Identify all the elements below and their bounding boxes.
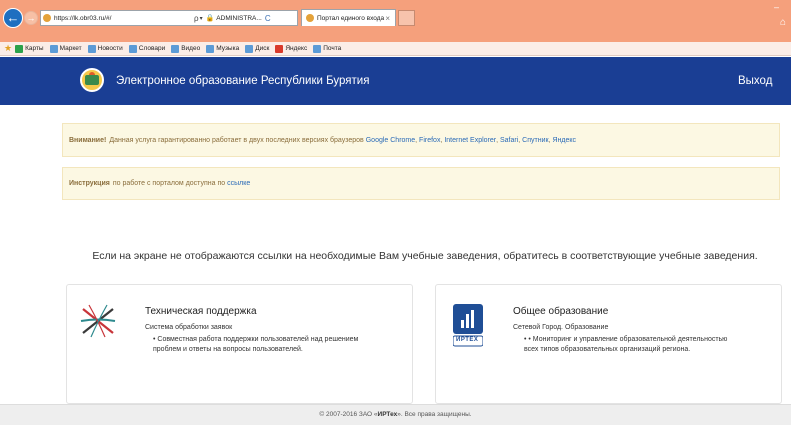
alert-strong: Инструкция: [69, 180, 110, 187]
url-text[interactable]: https://lk.obr03.ru/#/: [54, 15, 154, 22]
footer: © 2007-2016 ЗАО «ИРТех». Все права защищ…: [0, 404, 791, 425]
minimize-button[interactable]: –: [774, 2, 779, 12]
card-tech-support[interactable]: Техническая поддержка Система обработки …: [66, 284, 413, 404]
site-title[interactable]: Электронное образование Республики Бурят…: [116, 75, 369, 87]
fav-item[interactable]: Карты: [15, 44, 44, 53]
page-icon: [87, 44, 96, 53]
browser-warning-alert: Внимание! Данная услуга гарантированно р…: [62, 123, 780, 157]
logout-link[interactable]: Выход: [738, 75, 772, 87]
card-subtitle: Сетевой Город. Образование: [513, 324, 609, 331]
card-description: • • Мониторинг и управление образователь…: [524, 336, 728, 353]
page-icon: [49, 44, 58, 53]
dropdown-arrow-icon[interactable]: ▾: [200, 15, 203, 22]
mail-icon: [313, 44, 322, 53]
search-icon[interactable]: ρ: [194, 14, 199, 23]
star-icon[interactable]: ★: [4, 43, 12, 54]
support-logo-icon: [79, 301, 117, 341]
card-general-education[interactable]: ИРТЕХ Общее образование Сетевой Город. О…: [435, 284, 782, 404]
instruction-link[interactable]: ссылке: [227, 180, 250, 187]
forward-arrow-icon: →: [26, 13, 36, 23]
irtech-logo-icon: ИРТЕХ: [452, 304, 484, 348]
card-title[interactable]: Техническая поддержка: [145, 306, 257, 317]
video-icon: [171, 44, 180, 53]
site-header: Электронное образование Республики Бурят…: [0, 57, 791, 105]
notice-text: Если на экране не отображаются ссылки на…: [92, 250, 758, 262]
card-title[interactable]: Общее образование: [513, 306, 608, 317]
fav-item[interactable]: Почта: [313, 44, 341, 53]
close-icon[interactable]: ×: [385, 14, 390, 23]
link-ie[interactable]: Internet Explorer: [444, 137, 496, 144]
link-safari[interactable]: Safari: [500, 137, 518, 144]
favorites-bar: ★ Карты Маркет Новости Словари Видео Муз…: [0, 42, 791, 56]
new-tab-button[interactable]: [398, 10, 415, 26]
site-favicon-icon: [43, 14, 51, 22]
alert-text: по работе с порталом доступна по: [112, 180, 226, 187]
back-button[interactable]: ←: [3, 8, 23, 28]
tab-favicon-icon: [306, 14, 314, 22]
back-arrow-icon: ←: [6, 10, 20, 25]
music-icon: [206, 44, 215, 53]
card-subtitle: Система обработки заявок: [145, 324, 233, 331]
emblem-logo-icon[interactable]: [80, 68, 104, 92]
instruction-alert: Инструкция по работе с порталом доступна…: [62, 167, 780, 200]
forward-button[interactable]: →: [24, 11, 38, 25]
link-sputnik[interactable]: Спутник: [522, 137, 548, 144]
address-bar[interactable]: https://lk.obr03.ru/#/ ρ ▾ 🔒 ADMINISTRA.…: [40, 10, 298, 26]
fav-item[interactable]: Новости: [87, 44, 123, 53]
fav-item[interactable]: Диск: [245, 44, 269, 53]
certificate-label[interactable]: ADMINISTRA...: [216, 15, 262, 22]
map-icon: [15, 44, 24, 53]
home-icon[interactable]: ⌂: [780, 17, 786, 28]
tab-portal[interactable]: Портал единого входа ×: [301, 9, 396, 26]
page-icon: [128, 44, 137, 53]
fav-item[interactable]: Музыка: [206, 44, 239, 53]
footer-suffix: ». Все права защищены.: [397, 411, 472, 418]
logo-text: ИРТЕХ: [456, 337, 479, 343]
link-yandex[interactable]: Яндекс: [552, 137, 576, 144]
refresh-icon[interactable]: C: [265, 14, 271, 23]
card-description: • Совместная работа поддержки пользовате…: [153, 336, 359, 353]
disk-icon: [245, 44, 254, 53]
fav-item[interactable]: Яндекс: [275, 44, 307, 53]
footer-company: ИРТех: [377, 411, 398, 418]
fav-item[interactable]: Видео: [171, 44, 200, 53]
footer-prefix: © 2007-2016 ЗАО «: [319, 411, 378, 418]
alert-strong: Внимание!: [69, 136, 107, 144]
link-firefox[interactable]: Firefox: [419, 137, 440, 144]
padlock-icon: 🔒: [205, 15, 215, 22]
alert-text: Данная услуга гарантированно работает в …: [109, 136, 364, 144]
fav-item[interactable]: Словари: [128, 44, 165, 53]
fav-item[interactable]: Маркет: [49, 44, 82, 53]
tab-title: Портал единого входа: [317, 14, 385, 22]
browser-chrome: ← → https://lk.obr03.ru/#/ ρ ▾ 🔒 ADMINIS…: [0, 0, 791, 42]
link-chrome[interactable]: Google Chrome: [366, 137, 415, 144]
yandex-icon: [275, 44, 284, 53]
